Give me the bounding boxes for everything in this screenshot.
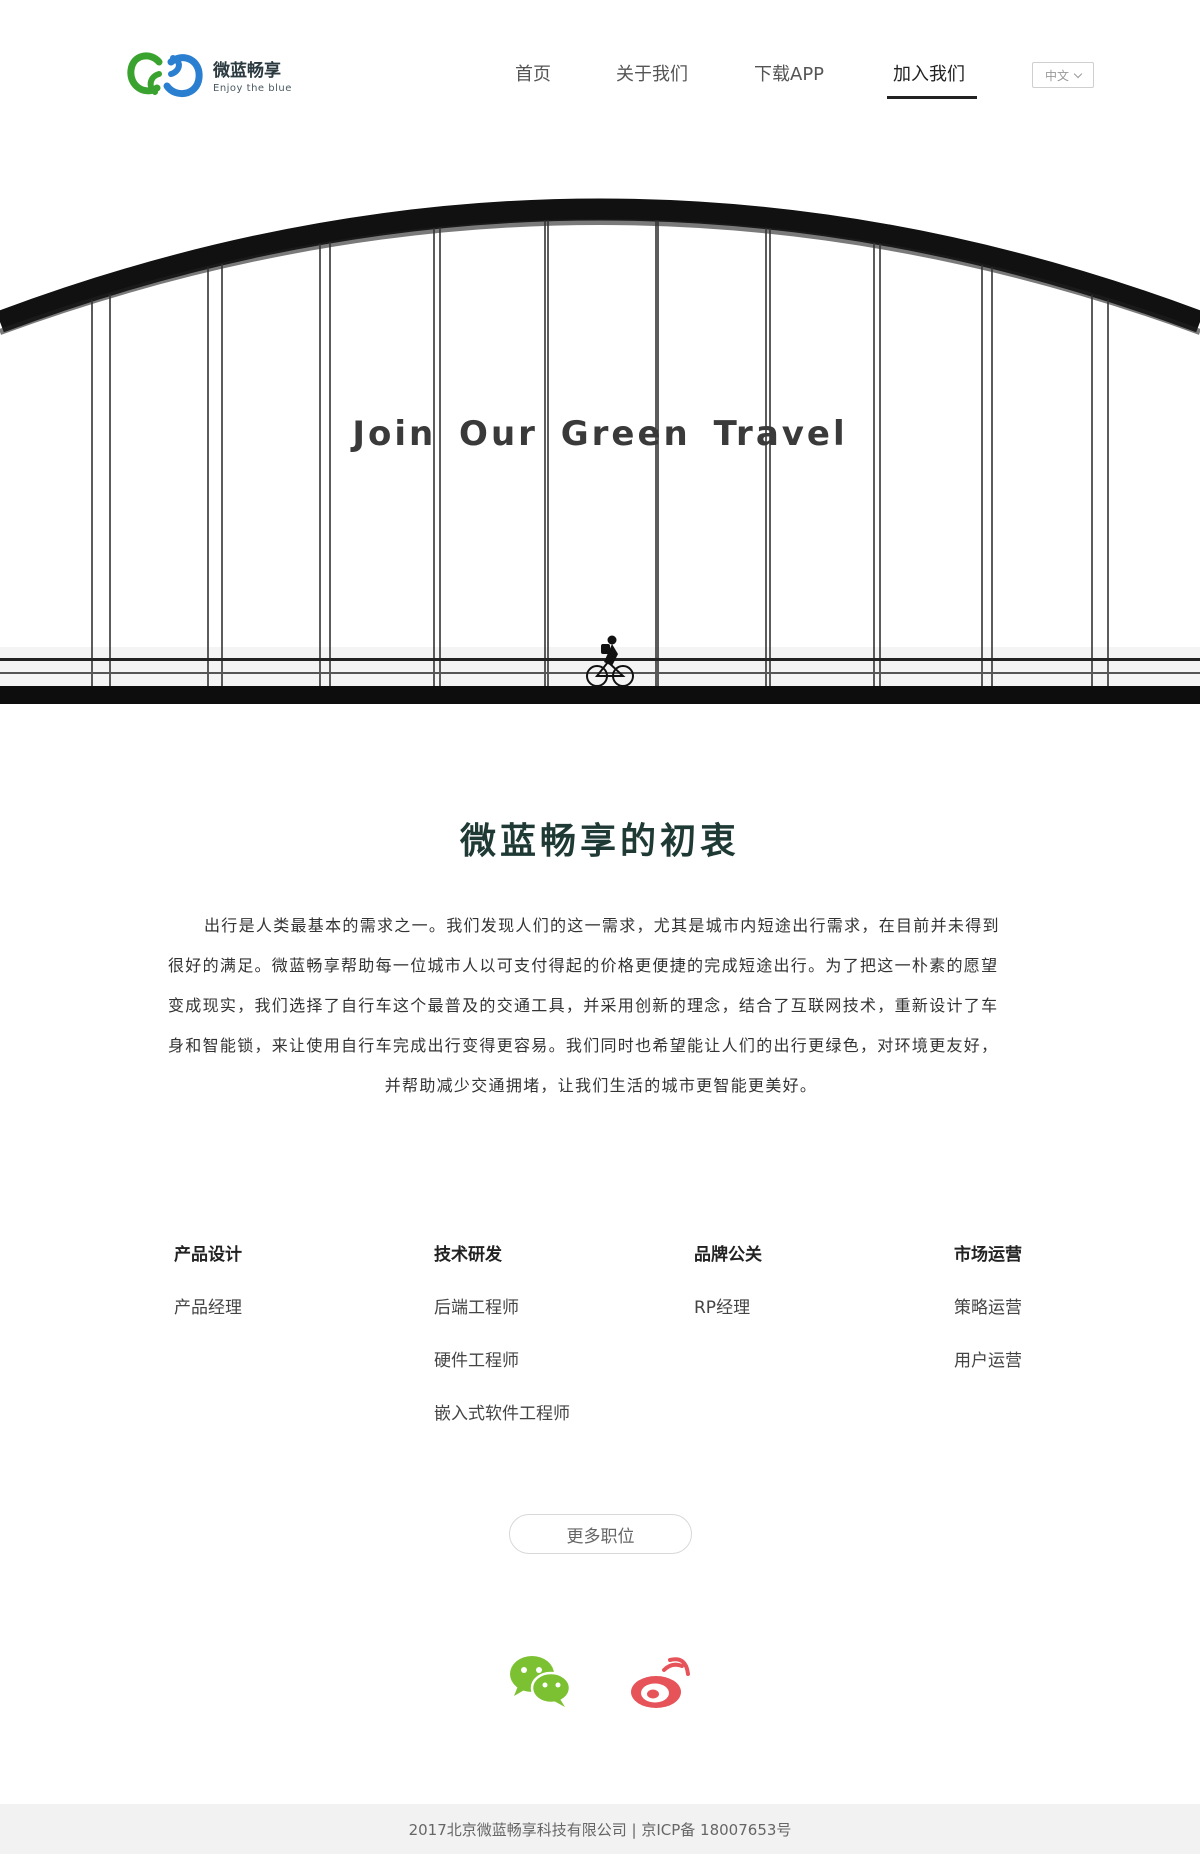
footer-copyright: 2017北京微蓝畅享科技有限公司 | 京ICP备 18007653号 (408, 1820, 792, 1839)
language-select[interactable]: 中文 (1032, 62, 1094, 88)
nav-item-about[interactable]: 关于我们 (616, 60, 688, 86)
intro-line: 身和智能锁，来让使用自行车完成出行变得更容易。我们同时也希望能让人们的出行更绿色… (168, 1036, 999, 1055)
intro-line: 变成现实，我们选择了自行车这个最普及的交通工具，并采用创新的理念，结合了互联网技… (168, 996, 999, 1015)
job-position[interactable]: 产品经理 (174, 1293, 374, 1323)
job-listings: 产品设计 产品经理 技术研发 后端工程师 硬件工程师 嵌入式软件工程师 品牌公关… (0, 1240, 1200, 1470)
job-category-title: 品牌公关 (694, 1245, 762, 1265)
job-position[interactable]: 硬件工程师 (434, 1346, 634, 1376)
nav-item-download-app[interactable]: 下载APP (754, 60, 824, 86)
site-footer: 2017北京微蓝畅享科技有限公司 | 京ICP备 18007653号 (0, 1804, 1200, 1854)
weibo-icon[interactable] (628, 1656, 692, 1710)
language-selected: 中文 (1044, 68, 1069, 83)
main-nav: 首页 关于我们 下载APP 加入我们 (0, 56, 1200, 106)
intro-line: 并帮助减少交通拥堵，让我们生活的城市更智能更美好。 (384, 1076, 818, 1095)
job-category-title: 技术研发 (434, 1245, 502, 1265)
job-category-product-design: 产品设计 产品经理 (174, 1240, 374, 1323)
job-position[interactable]: 策略运营 (954, 1293, 1154, 1323)
chevron-down-icon (1073, 69, 1083, 78)
nav-active-indicator (887, 96, 977, 99)
job-position[interactable]: 用户运营 (954, 1346, 1154, 1376)
intro-paragraph: 出行是人类最基本的需求之一。我们发现人们的这一需求，尤其是城市内短途出行需求，在… (168, 906, 1034, 1106)
job-position[interactable]: 后端工程师 (434, 1293, 634, 1323)
intro-line: 很好的满足。微蓝畅享帮助每一位城市人以可支付得起的价格更便捷的完成短途出行。为了… (168, 956, 999, 975)
more-positions-button[interactable]: 更多职位 (509, 1514, 692, 1554)
site-header: 微蓝畅享 Enjoy the blue 首页 关于我们 下载APP 加入我们 中… (0, 0, 1200, 120)
hero-banner: Join Our Green Travel (0, 192, 1200, 704)
job-category-marketing-ops: 市场运营 策略运营 用户运营 (954, 1240, 1154, 1376)
intro-line: 出行是人类最基本的需求之一。我们发现人们的这一需求，尤其是城市内短途出行需求，在… (204, 916, 1000, 935)
job-category-title: 市场运营 (954, 1245, 1022, 1265)
job-position[interactable]: 嵌入式软件工程师 (434, 1399, 634, 1429)
job-category-title: 产品设计 (174, 1245, 242, 1265)
job-category-brand-pr: 品牌公关 RP经理 (694, 1240, 894, 1323)
hero-title: Join Our Green Travel (352, 414, 848, 454)
intro-title: 微蓝畅享的初衷 (459, 820, 740, 862)
nav-item-join-us[interactable]: 加入我们 (893, 60, 965, 86)
job-category-tech-rd: 技术研发 后端工程师 硬件工程师 嵌入式软件工程师 (434, 1240, 634, 1429)
wechat-icon[interactable] (508, 1652, 572, 1708)
job-position[interactable]: RP经理 (694, 1293, 894, 1323)
nav-item-home[interactable]: 首页 (515, 60, 551, 86)
